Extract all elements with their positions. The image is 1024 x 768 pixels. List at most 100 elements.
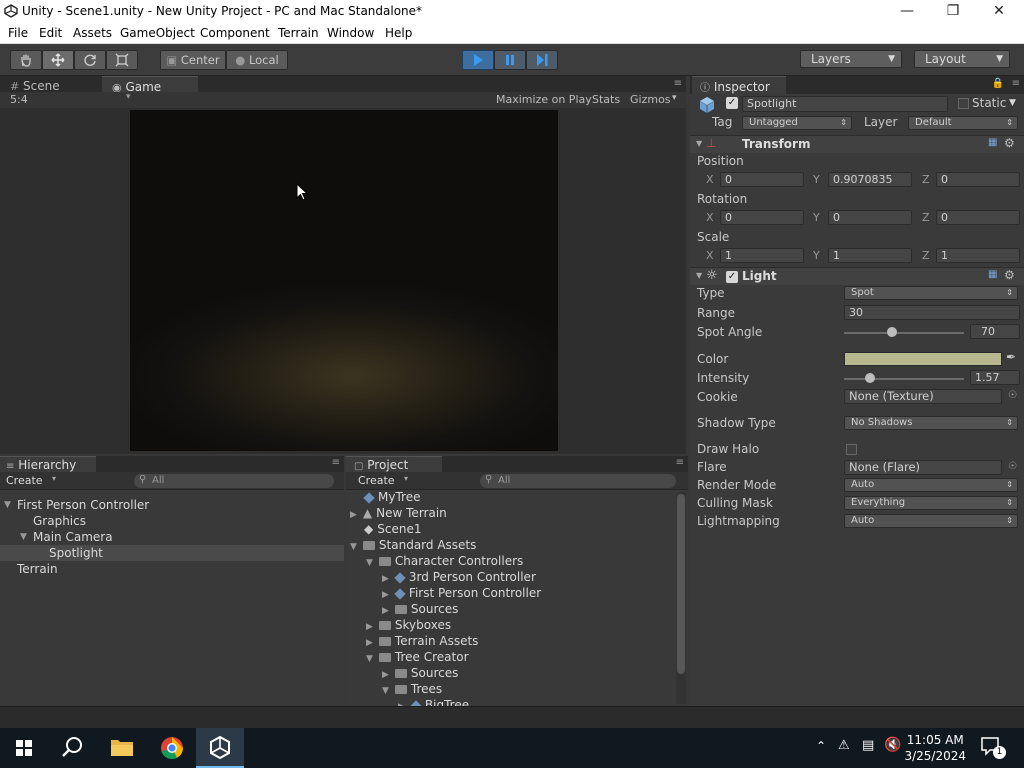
volume-muted-icon[interactable]: 🔇 <box>884 737 901 753</box>
list-item[interactable]: ▶ ▲ New Terrain <box>350 505 447 521</box>
panel-menu-icon[interactable]: ≡ <box>1012 78 1020 89</box>
maximize-button[interactable]: ❐ <box>930 0 976 24</box>
list-item[interactable]: ▼ Standard Assets <box>350 537 476 553</box>
eyedropper-icon[interactable]: ✒ <box>1006 350 1016 364</box>
hierarchy-create-button[interactable]: Create <box>6 474 43 487</box>
expand-arrow-icon[interactable]: ▶ <box>382 574 389 584</box>
start-button[interactable] <box>0 728 48 768</box>
cookie-field[interactable]: None (Texture) <box>844 389 1002 404</box>
draw-halo-checkbox[interactable] <box>846 444 857 455</box>
tray-chevron-up-icon[interactable]: ⌃ <box>816 739 826 753</box>
lock-icon[interactable]: 🔒 <box>992 78 1004 89</box>
active-checkbox[interactable]: ✓ <box>726 97 738 109</box>
hierarchy-search-input[interactable]: All <box>134 474 334 488</box>
shadow-type-dropdown[interactable]: No Shadows ⇕ <box>844 416 1018 430</box>
expand-arrow-icon[interactable]: ▶ <box>382 670 389 680</box>
list-item[interactable]: MyTree <box>363 489 420 505</box>
aspect-chevron-icon[interactable]: ▾ <box>126 92 131 102</box>
gizmos-toggle[interactable]: Gizmos <box>630 93 671 106</box>
culling-mask-dropdown[interactable]: Everything ⇕ <box>844 496 1018 510</box>
aspect-dropdown[interactable]: 5:4 <box>10 93 28 106</box>
rotation-x-field[interactable]: 0 <box>720 210 804 225</box>
list-item-selected[interactable]: Spotlight <box>0 545 344 561</box>
color-swatch[interactable] <box>844 352 1002 366</box>
scale-y-field[interactable]: 1 <box>828 248 912 263</box>
layout-dropdown[interactable]: Layout ▼ <box>914 50 1010 68</box>
pivot-center-toggle[interactable]: ▣ Center <box>160 50 226 70</box>
list-item[interactable]: Graphics <box>0 513 344 529</box>
expand-arrow-icon[interactable]: ▶ <box>382 606 389 616</box>
project-search-input[interactable]: All <box>480 474 676 488</box>
create-chevron-icon[interactable]: ▾ <box>404 474 408 483</box>
pivot-local-toggle[interactable]: ● Local <box>226 50 288 70</box>
scrollbar-thumb[interactable] <box>677 494 685 674</box>
expand-arrow-icon[interactable]: ▼ <box>696 271 702 280</box>
menu-assets[interactable]: Assets <box>73 26 112 40</box>
expand-arrow-icon[interactable]: ▼ <box>366 654 373 664</box>
light-enabled-checkbox[interactable]: ✓ <box>726 271 738 283</box>
object-picker-icon[interactable]: ☉ <box>1008 461 1017 472</box>
spot-angle-field[interactable]: 70 <box>970 324 1020 339</box>
expand-arrow-icon[interactable]: ▶ <box>366 638 373 648</box>
menu-file[interactable]: File <box>8 26 28 40</box>
intensity-slider[interactable] <box>844 378 964 380</box>
list-item[interactable]: ▶ Sources <box>382 665 458 681</box>
rotate-tool-button[interactable] <box>74 50 106 70</box>
layers-dropdown[interactable]: Layers ▼ <box>800 50 902 68</box>
list-item[interactable]: ▶ First Person Controller <box>382 585 541 601</box>
tab-inspector[interactable]: ⓘ Inspector <box>692 76 786 94</box>
spot-angle-slider[interactable] <box>844 332 964 334</box>
flare-field[interactable]: None (Flare) <box>844 460 1002 475</box>
help-book-icon[interactable]: ▦ <box>988 269 997 280</box>
tray-network-alert-icon[interactable]: ⚠ <box>838 738 850 753</box>
object-name-input[interactable]: Spotlight <box>742 96 948 112</box>
rotation-y-field[interactable]: 0 <box>828 210 912 225</box>
expand-arrow-icon[interactable]: ▶ <box>382 590 389 600</box>
position-x-field[interactable]: 0 <box>720 172 804 187</box>
minimize-button[interactable]: — <box>884 0 930 24</box>
pause-button[interactable] <box>494 50 526 70</box>
static-chevron-icon[interactable]: ▼ <box>1009 98 1016 108</box>
menu-help[interactable]: Help <box>385 26 412 40</box>
expand-arrow-icon[interactable]: ▼ <box>366 558 373 568</box>
step-button[interactable] <box>526 50 558 70</box>
layer-dropdown[interactable]: Default ⇕ <box>908 116 1018 130</box>
project-create-button[interactable]: Create <box>358 474 395 487</box>
list-item[interactable]: ▼ Main Camera <box>0 529 344 545</box>
gizmos-chevron-icon[interactable]: ▾ <box>672 93 677 103</box>
list-item[interactable]: ▶ Sources <box>382 601 458 617</box>
play-button[interactable] <box>462 50 494 70</box>
panel-menu-icon[interactable]: ≡ <box>332 457 340 468</box>
tag-dropdown[interactable]: Untagged ⇕ <box>742 116 852 130</box>
expand-arrow-icon[interactable]: ▼ <box>20 529 27 545</box>
move-tool-button[interactable] <box>42 50 74 70</box>
position-y-field[interactable]: 0.9070835 <box>828 172 912 187</box>
list-item[interactable]: ▶ 3rd Person Controller <box>382 569 536 585</box>
hand-tool-button[interactable] <box>10 50 42 70</box>
list-item[interactable]: ▼ Trees <box>382 681 442 697</box>
light-type-dropdown[interactable]: Spot ⇕ <box>844 286 1018 300</box>
gear-icon[interactable]: ⚙ <box>1004 136 1015 150</box>
expand-arrow-icon[interactable]: ▼ <box>696 139 702 148</box>
file-explorer-button[interactable] <box>98 728 146 768</box>
lightmapping-dropdown[interactable]: Auto ⇕ <box>844 514 1018 528</box>
scale-x-field[interactable]: 1 <box>720 248 804 263</box>
list-item[interactable]: Terrain <box>0 561 344 577</box>
intensity-field[interactable]: 1.57 <box>970 370 1020 385</box>
expand-arrow-icon[interactable]: ▶ <box>350 510 357 520</box>
panel-menu-icon[interactable]: ≡ <box>674 78 682 89</box>
object-picker-icon[interactable]: ☉ <box>1008 390 1017 401</box>
expand-arrow-icon[interactable]: ▼ <box>382 686 389 696</box>
render-mode-dropdown[interactable]: Auto ⇕ <box>844 478 1018 492</box>
unity-taskbar-button[interactable] <box>196 728 244 768</box>
list-item[interactable]: ▼ First Person Controller <box>0 497 344 513</box>
tab-project[interactable]: ▢ Project <box>346 456 442 472</box>
scale-z-field[interactable]: 1 <box>936 248 1020 263</box>
gear-icon[interactable]: ⚙ <box>1004 268 1015 282</box>
list-item[interactable]: ▶ Terrain Assets <box>366 633 478 649</box>
close-button[interactable]: ✕ <box>976 0 1022 24</box>
menu-terrain[interactable]: Terrain <box>278 26 319 40</box>
stats-toggle[interactable]: Stats <box>592 93 620 106</box>
create-chevron-icon[interactable]: ▾ <box>52 474 56 483</box>
scale-tool-button[interactable] <box>106 50 138 70</box>
